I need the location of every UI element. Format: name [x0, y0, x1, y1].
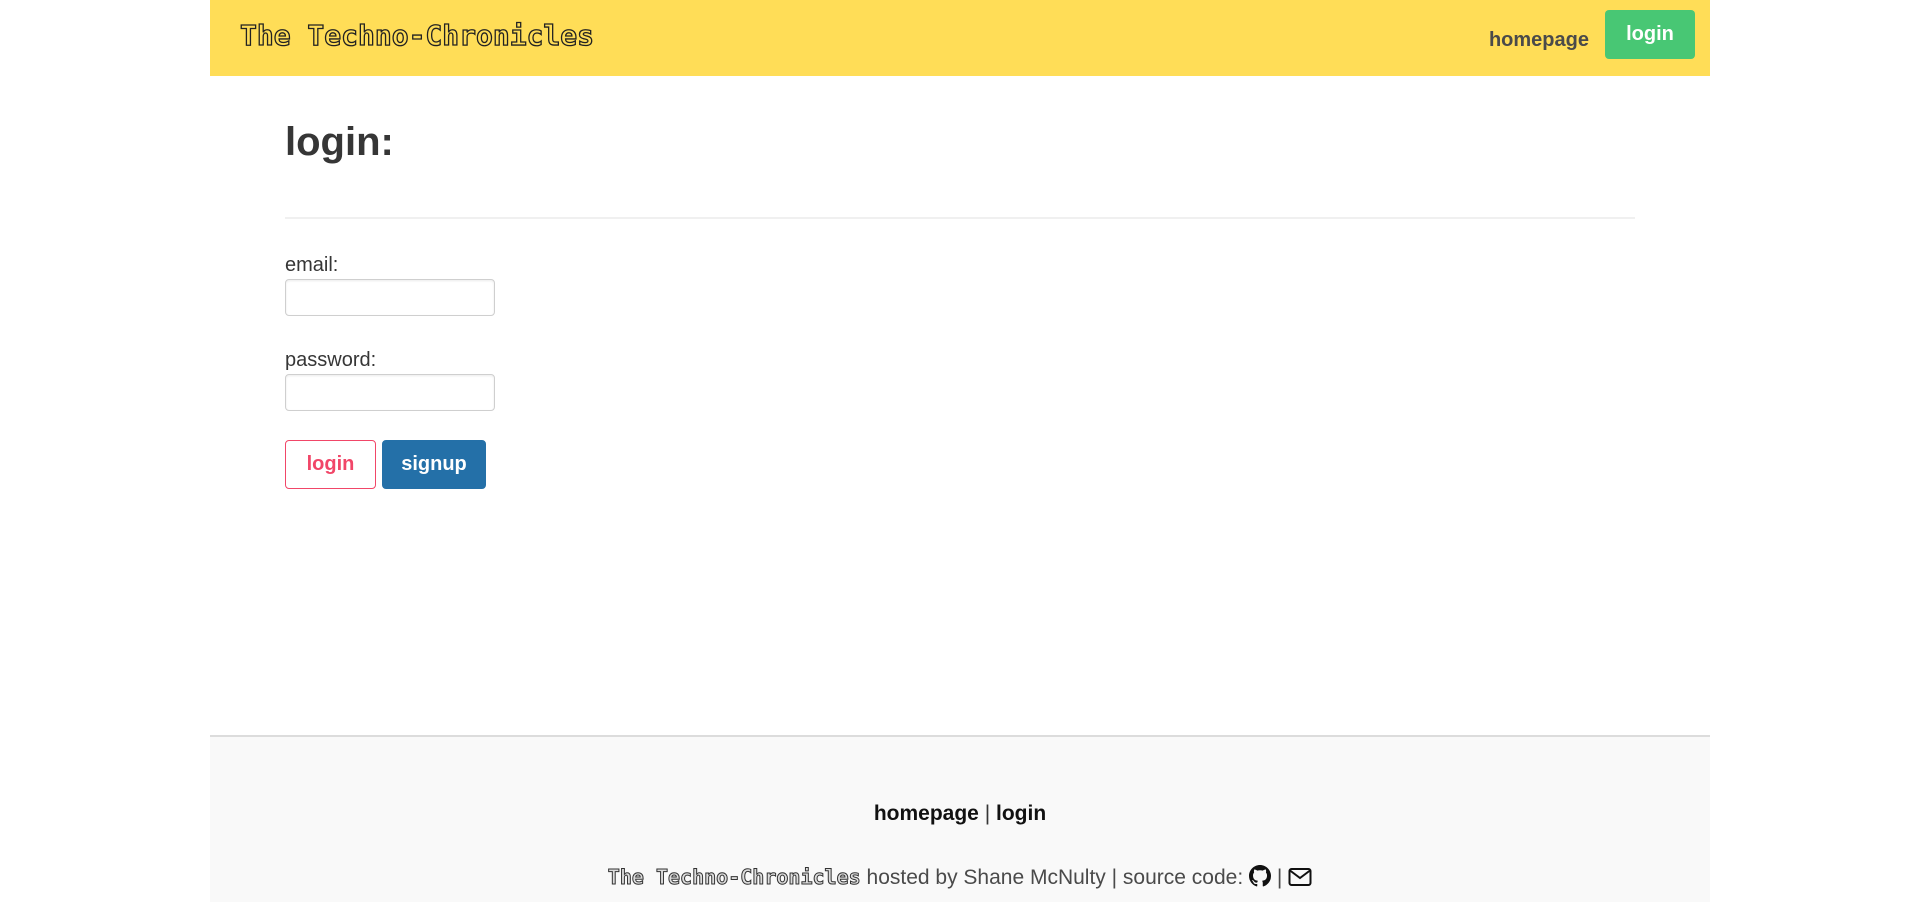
page-title: login: — [285, 120, 394, 164]
footer: homepage | login The Techno-Chronicles h… — [210, 735, 1710, 902]
email-label: email: — [285, 254, 339, 276]
footer-brand: The Techno-Chronicles — [607, 865, 861, 890]
footer-icon-separator: | — [1276, 866, 1283, 889]
envelope-icon[interactable] — [1288, 867, 1312, 893]
site-brand[interactable]: The Techno-Chronicles — [239, 18, 594, 52]
footer-credits: The Techno-Chronicles hosted by Shane Mc… — [210, 865, 1710, 893]
footer-hosted-text: hosted by Shane McNulty | source code: — [866, 866, 1244, 889]
footer-homepage-link[interactable]: homepage — [874, 802, 979, 825]
signup-button[interactable]: signup — [382, 440, 486, 489]
navbar: The Techno-Chronicles homepage login — [210, 0, 1710, 76]
nav-login-button[interactable]: login — [1605, 10, 1695, 59]
title-divider — [285, 217, 1635, 219]
footer-login-link[interactable]: login — [996, 802, 1046, 825]
login-section: login: email: password: login signup — [210, 76, 1710, 736]
footer-nav: homepage | login — [210, 802, 1710, 826]
github-icon[interactable] — [1249, 865, 1272, 893]
page: The Techno-Chronicles homepage login log… — [0, 0, 1920, 902]
nav-homepage-link[interactable]: homepage — [1489, 29, 1589, 52]
password-field[interactable] — [285, 374, 495, 411]
email-field[interactable] — [285, 279, 495, 316]
login-button[interactable]: login — [285, 440, 376, 489]
password-label: password: — [285, 349, 377, 371]
footer-separator: | — [984, 802, 991, 825]
